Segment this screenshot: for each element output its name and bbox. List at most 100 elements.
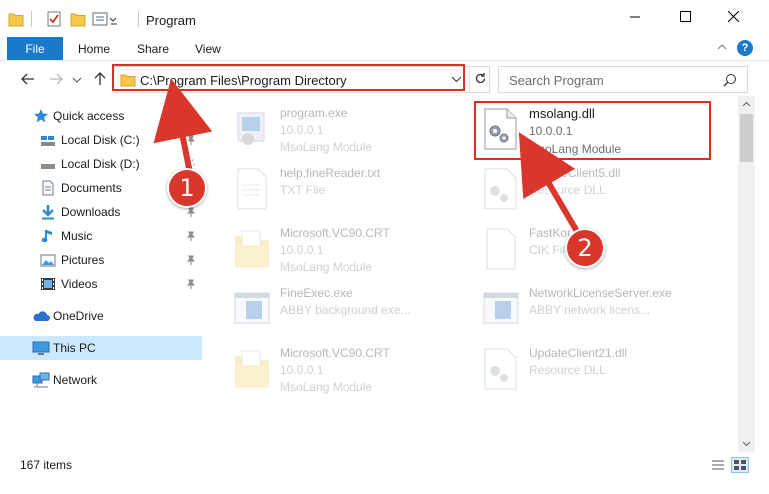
search-box[interactable]: Search Program bbox=[498, 66, 748, 93]
nav-item-local-disk-d[interactable]: Local Disk (D:) bbox=[0, 152, 202, 176]
tab-file[interactable]: File bbox=[7, 37, 63, 60]
file-tile-help-finereader-txt[interactable]: help.fineReader.txt TXT File bbox=[228, 162, 473, 218]
customize-toolbar-icon[interactable] bbox=[92, 10, 120, 28]
close-button[interactable] bbox=[710, 0, 756, 36]
recent-locations-icon[interactable] bbox=[72, 74, 82, 88]
dll-gear-icon bbox=[481, 347, 521, 391]
folder-icon[interactable] bbox=[8, 10, 24, 28]
title-bar: Program bbox=[0, 0, 769, 36]
item-count: 167 items bbox=[20, 458, 73, 472]
file-tile-updateclient21-dll[interactable]: UpdateClient21.dll Resource DLL bbox=[477, 342, 722, 398]
app-window-icon bbox=[232, 287, 272, 331]
tab-share[interactable]: Share bbox=[137, 42, 169, 56]
back-arrow-icon[interactable] bbox=[20, 71, 36, 90]
file-version: 10.0.0.1 bbox=[280, 243, 324, 257]
nav-item-label: Downloads bbox=[61, 205, 121, 219]
nav-item-label: Quick access bbox=[53, 109, 125, 123]
nav-item-local-disk-c[interactable]: Local Disk (C:) bbox=[0, 128, 202, 152]
nav-item-label: Network bbox=[53, 373, 98, 387]
nav-item-pictures[interactable]: Pictures bbox=[0, 248, 202, 272]
computer-icon bbox=[32, 340, 50, 356]
title-divider bbox=[138, 11, 139, 27]
forward-arrow-icon[interactable] bbox=[48, 71, 64, 90]
file-type: TXT File bbox=[280, 183, 326, 197]
file-tile-fineexec-exe[interactable]: FineExec.exe ABBY background exe... bbox=[228, 282, 473, 338]
vertical-scrollbar[interactable] bbox=[738, 96, 755, 452]
folder-icon bbox=[232, 227, 272, 271]
details-view-icon[interactable] bbox=[709, 457, 727, 473]
file-tile-networklicenseserver-exe[interactable]: NetworkLicenseServer.exe ABBY network li… bbox=[477, 282, 722, 338]
pin-icon[interactable] bbox=[186, 254, 196, 268]
file-description: MsoLang Module bbox=[280, 140, 373, 154]
file-version: 10.0.0.1 bbox=[280, 123, 324, 137]
pin-icon[interactable] bbox=[186, 278, 196, 292]
maximize-icon bbox=[679, 11, 691, 25]
refresh-icon bbox=[474, 72, 487, 88]
network-icon bbox=[32, 372, 50, 388]
nav-item-label: Music bbox=[61, 229, 93, 243]
text-file-icon bbox=[232, 167, 272, 211]
documents-icon bbox=[40, 180, 56, 196]
file-tile-updateclient5-dll[interactable]: UpdateClient5.dll Resource DLL bbox=[477, 162, 722, 218]
navigation-pane: Quick access Local Disk (C:) Local Disk … bbox=[0, 96, 202, 452]
file-type: Resource DLL bbox=[529, 183, 606, 197]
nav-item-videos[interactable]: Videos bbox=[0, 272, 202, 296]
pin-icon[interactable] bbox=[186, 134, 196, 148]
help-icon[interactable]: ? bbox=[737, 40, 753, 56]
file-tile-program-exe[interactable]: program.exe 10.0.0.1 MsoLang Module bbox=[228, 102, 473, 158]
file-description: ABBY network licens... bbox=[529, 303, 651, 317]
close-icon bbox=[727, 10, 739, 25]
file-tile-microsoft-vc90-crt-2[interactable]: Microsoft.VC90.CRT 10.0.0.1 MsoLang Modu… bbox=[228, 342, 473, 398]
collapse-ribbon-icon[interactable] bbox=[716, 41, 728, 56]
music-icon bbox=[40, 228, 56, 244]
ribbon-tabs: File Home Share View ? bbox=[0, 36, 769, 61]
tiles-view-icon[interactable] bbox=[731, 457, 749, 473]
scroll-thumb[interactable] bbox=[740, 114, 753, 162]
videos-icon bbox=[40, 276, 56, 292]
file-tile-microsoft-vc90-crt[interactable]: Microsoft.VC90.CRT 10.0.0.1 MsoLang Modu… bbox=[228, 222, 473, 278]
file-name: UpdateClient5.dll bbox=[529, 166, 621, 180]
file-name: UpdateClient21.dll bbox=[529, 346, 628, 360]
drive-icon bbox=[40, 132, 56, 148]
nav-item-network[interactable]: Network bbox=[0, 368, 202, 392]
app-window-icon bbox=[481, 287, 521, 331]
scroll-down-icon[interactable] bbox=[738, 435, 755, 452]
maximize-button[interactable] bbox=[662, 0, 708, 36]
scroll-up-icon[interactable] bbox=[738, 96, 755, 113]
minimize-icon bbox=[630, 11, 640, 25]
window-title: Program bbox=[146, 13, 196, 28]
refresh-button[interactable] bbox=[469, 67, 490, 92]
file-name: Microsoft.VC90.CRT bbox=[280, 226, 390, 240]
new-folder-icon[interactable] bbox=[70, 10, 86, 28]
up-arrow-icon[interactable] bbox=[92, 71, 108, 90]
tab-view[interactable]: View bbox=[195, 42, 221, 56]
download-icon bbox=[40, 204, 56, 220]
address-highlight-box bbox=[112, 64, 465, 91]
nav-item-onedrive[interactable]: OneDrive bbox=[0, 304, 202, 328]
file-version: 10.0.0.1 bbox=[280, 363, 324, 377]
nav-item-music[interactable]: Music bbox=[0, 224, 202, 248]
file-description: MsoLang Module bbox=[280, 380, 373, 394]
minimize-button[interactable] bbox=[612, 0, 658, 36]
search-icon[interactable] bbox=[723, 73, 737, 90]
nav-item-quick-access[interactable]: Quick access bbox=[0, 104, 202, 128]
search-input[interactable]: Search Program bbox=[509, 73, 604, 88]
pin-icon[interactable] bbox=[186, 230, 196, 244]
nav-item-label: Videos bbox=[61, 277, 98, 291]
file-name: help.fineReader.txt bbox=[280, 166, 381, 180]
file-name: FineExec.exe bbox=[280, 286, 353, 300]
pictures-icon bbox=[40, 252, 56, 268]
step-badge-2: 2 bbox=[565, 228, 605, 268]
file-name: NetworkLicenseServer.exe bbox=[529, 286, 672, 300]
nav-item-downloads[interactable]: Downloads bbox=[0, 200, 202, 224]
tab-home[interactable]: Home bbox=[78, 42, 110, 56]
pin-icon[interactable] bbox=[186, 206, 196, 220]
star-icon bbox=[33, 108, 49, 124]
file-description: ABBY background exe... bbox=[280, 303, 411, 317]
file-highlight-box bbox=[474, 101, 711, 160]
nav-item-label: Local Disk (D:) bbox=[61, 157, 140, 171]
properties-icon[interactable] bbox=[46, 10, 62, 28]
step-badge-1: 1 bbox=[167, 168, 207, 208]
nav-item-this-pc[interactable]: This PC bbox=[0, 336, 202, 360]
file-description: MsoLang Module bbox=[280, 260, 373, 274]
